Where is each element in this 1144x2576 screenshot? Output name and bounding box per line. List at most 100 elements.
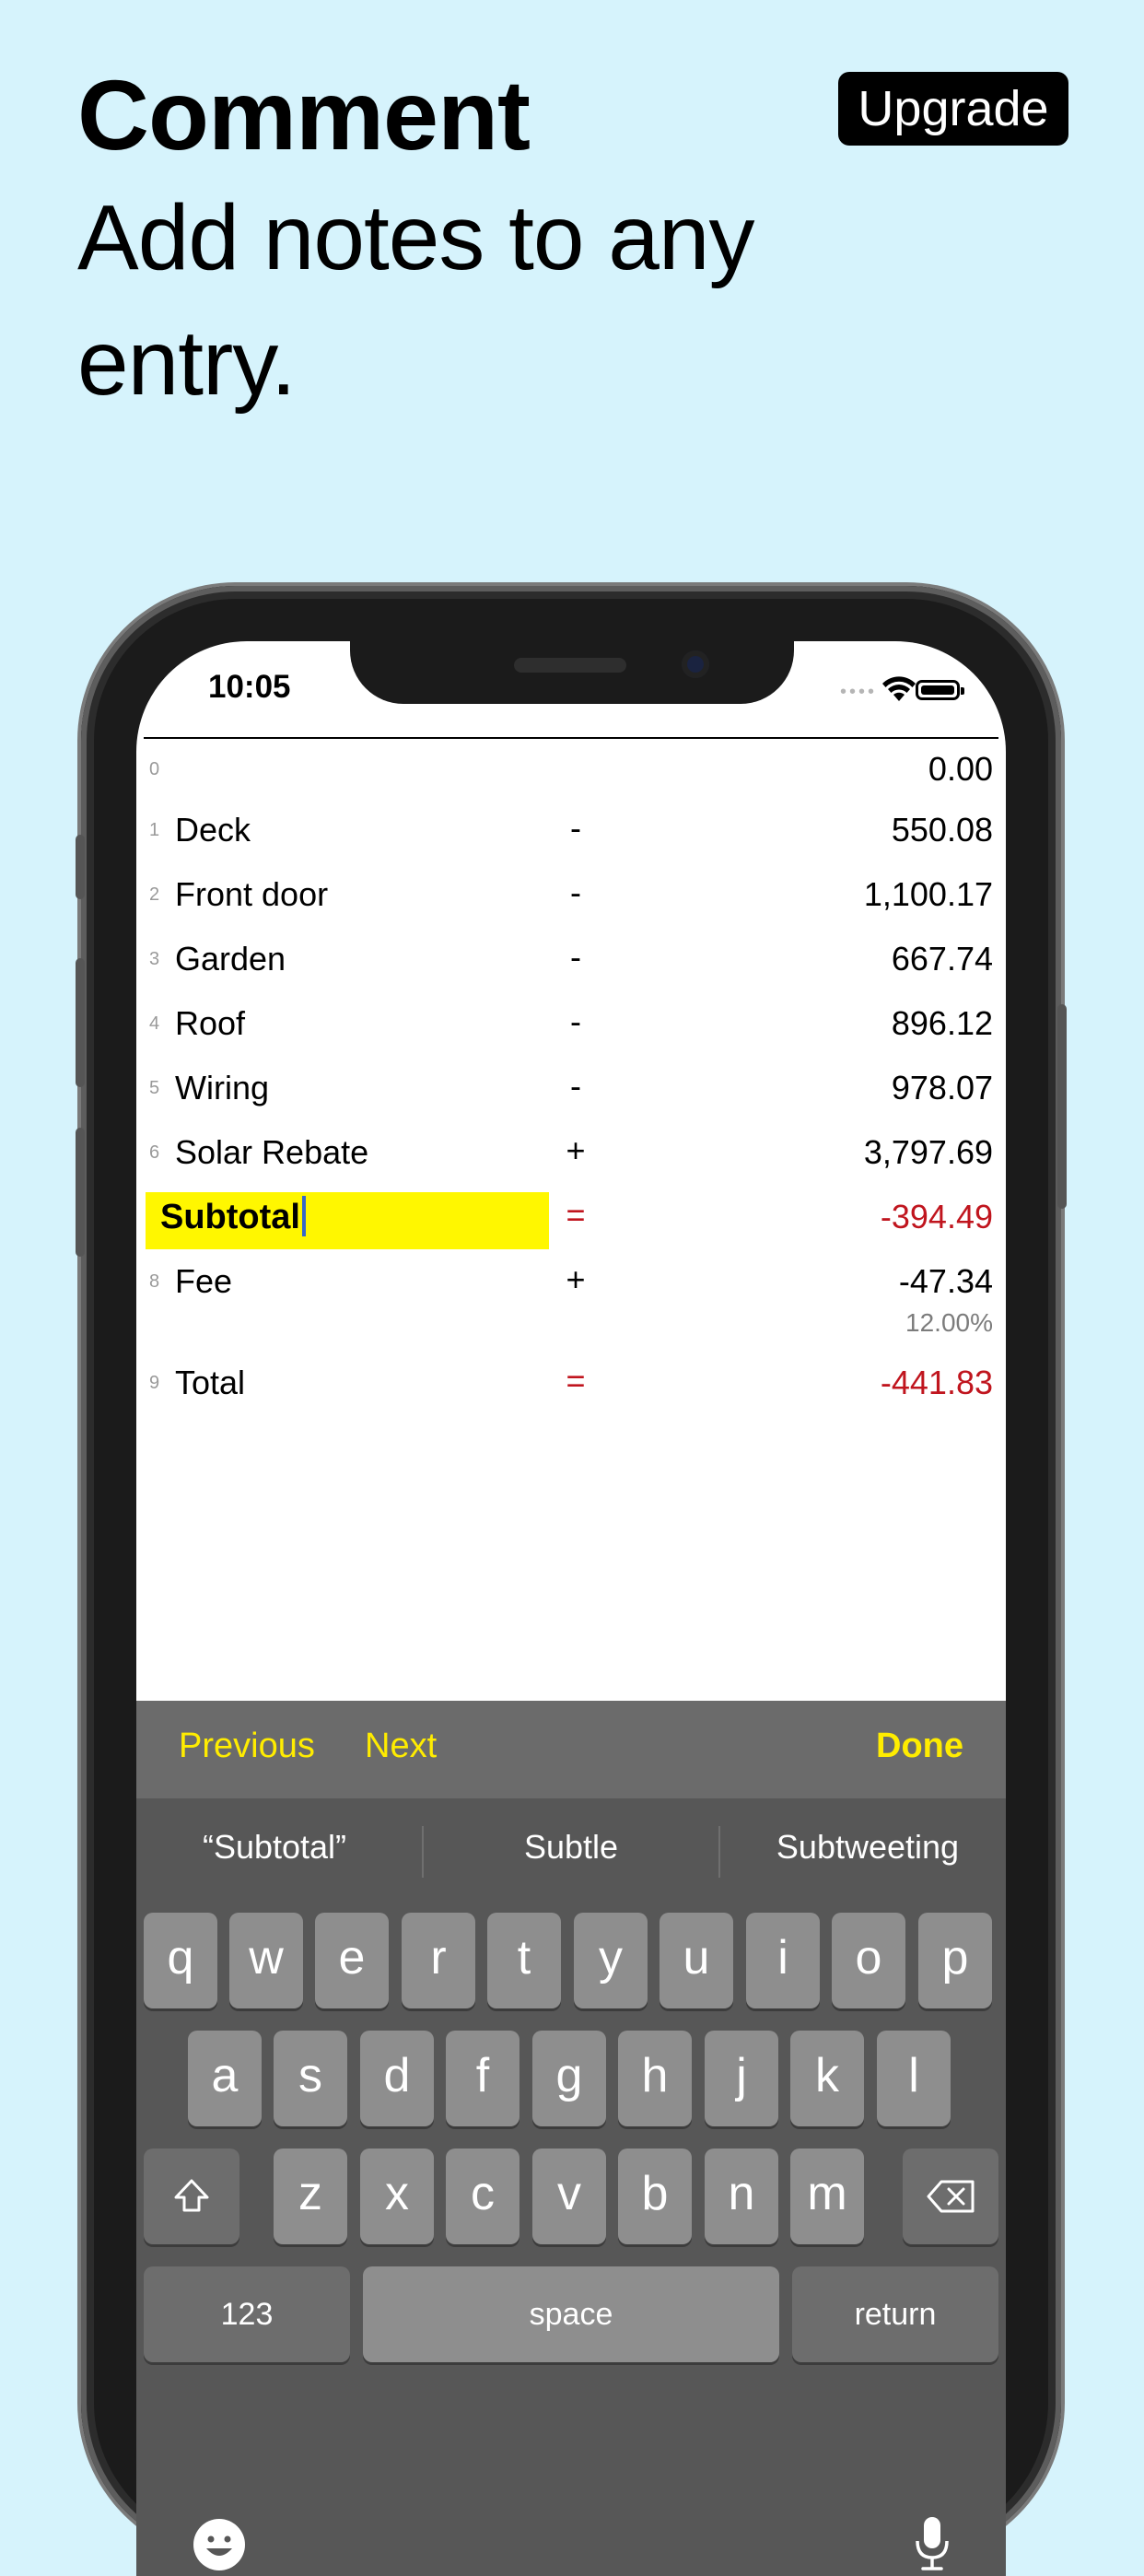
comment-input[interactable]: Subtotal [160, 1195, 306, 1239]
key-b[interactable]: b [618, 2149, 692, 2244]
power-button [1057, 1004, 1067, 1209]
row-label[interactable]: Garden [175, 940, 286, 978]
mute-switch [76, 835, 85, 899]
key-y[interactable]: y [574, 1913, 648, 2008]
row-number: 3 [149, 949, 160, 969]
key-q[interactable]: q [144, 1913, 217, 2008]
row-value[interactable]: 1,100.17 [864, 875, 993, 914]
row-number: 8 [149, 1271, 160, 1292]
entry-row-4[interactable]: 4 Roof - 896.12 [136, 997, 1006, 1061]
key-c[interactable]: c [446, 2149, 519, 2244]
volume-up-button [76, 958, 85, 1087]
key-w[interactable]: w [229, 1913, 303, 2008]
key-n[interactable]: n [705, 2149, 778, 2244]
key-e[interactable]: e [315, 1913, 389, 2008]
top-divider [144, 737, 998, 739]
key-p[interactable]: p [918, 1913, 992, 2008]
row-value[interactable]: -441.83 [881, 1364, 993, 1402]
row-operator[interactable]: - [562, 938, 590, 977]
next-button[interactable]: Next [365, 1727, 437, 1766]
key-k[interactable]: k [790, 2031, 864, 2126]
row-label[interactable]: Fee [175, 1262, 232, 1301]
row-operator[interactable]: = [562, 1196, 590, 1235]
key-f[interactable]: f [446, 2031, 519, 2126]
row-value[interactable]: -394.49 [881, 1198, 993, 1236]
return-key[interactable]: return [792, 2266, 998, 2362]
entry-row-2[interactable]: 2 Front door - 1,100.17 [136, 868, 1006, 932]
key-d[interactable]: d [360, 2031, 434, 2126]
status-time: 10:05 [208, 669, 291, 705]
row-operator[interactable]: - [562, 1067, 590, 1106]
shift-key[interactable] [144, 2149, 239, 2244]
row-number: 5 [149, 1078, 160, 1098]
row-number: 0 [149, 759, 160, 779]
key-z[interactable]: z [274, 2149, 347, 2244]
row-label[interactable]: Total [175, 1364, 245, 1402]
front-camera [682, 650, 709, 678]
suggestion-3[interactable]: Subtweeting [730, 1828, 1006, 1867]
upgrade-button[interactable]: Upgrade [838, 72, 1068, 146]
text-cursor [301, 1195, 306, 1236]
row-value[interactable]: 978.07 [892, 1069, 993, 1107]
entry-row-5[interactable]: 5 Wiring - 978.07 [136, 1061, 1006, 1126]
row-label[interactable]: Roof [175, 1004, 245, 1043]
row-value[interactable]: 667.74 [892, 940, 993, 978]
numbers-key[interactable]: 123 [144, 2266, 350, 2362]
row-operator[interactable]: + [562, 1260, 590, 1299]
comment-edit-field[interactable]: Subtotal [146, 1192, 549, 1249]
suggestion-divider [422, 1826, 424, 1878]
row-label[interactable]: Front door [175, 875, 328, 914]
key-u[interactable]: u [660, 1913, 733, 2008]
key-o[interactable]: o [832, 1913, 905, 2008]
key-l[interactable]: l [877, 2031, 951, 2126]
key-t[interactable]: t [487, 1913, 561, 2008]
suggestion-2[interactable]: Subtle [433, 1828, 709, 1867]
row-label[interactable]: Deck [175, 811, 251, 849]
entry-row-8[interactable]: 8 Fee + -47.34 12.00% [136, 1255, 1006, 1354]
suggestion-divider [718, 1826, 720, 1878]
phone-screen: 10:05 •••• 0 0.00 1 Deck - 550.08 2 Fron… [136, 641, 1006, 2576]
row-value[interactable]: -47.34 [899, 1262, 993, 1301]
key-a[interactable]: a [188, 2031, 262, 2126]
entry-row-7[interactable]: Subtotal = -394.49 [136, 1190, 1006, 1255]
space-key[interactable]: space [363, 2266, 779, 2362]
signal-icon: •••• [839, 682, 877, 702]
row-operator[interactable]: - [562, 809, 590, 848]
shift-icon [174, 2179, 209, 2212]
row-number: 9 [149, 1373, 160, 1393]
row-value[interactable]: 896.12 [892, 1004, 993, 1043]
microphone-icon[interactable] [912, 2515, 952, 2574]
entry-row-6[interactable]: 6 Solar Rebate + 3,797.69 [136, 1126, 1006, 1190]
row-operator[interactable]: + [562, 1131, 590, 1170]
row-label[interactable]: Solar Rebate [175, 1133, 368, 1172]
entry-row-3[interactable]: 3 Garden - 667.74 [136, 932, 1006, 997]
row-number: 6 [149, 1142, 160, 1163]
entry-row-1[interactable]: 1 Deck - 550.08 [136, 803, 1006, 868]
key-x[interactable]: x [360, 2149, 434, 2244]
key-j[interactable]: j [705, 2031, 778, 2126]
done-button[interactable]: Done [876, 1727, 963, 1766]
key-s[interactable]: s [274, 2031, 347, 2126]
row-value[interactable]: 3,797.69 [864, 1133, 993, 1172]
key-g[interactable]: g [532, 2031, 606, 2126]
headline: Comment Add notes to any entry. [77, 55, 906, 426]
key-m[interactable]: m [790, 2149, 864, 2244]
key-h[interactable]: h [618, 2031, 692, 2126]
previous-button[interactable]: Previous [179, 1727, 315, 1766]
key-i[interactable]: i [746, 1913, 820, 2008]
headline-subtitle: Add notes to any entry. [77, 186, 755, 415]
row-label[interactable]: Wiring [175, 1069, 269, 1107]
key-v[interactable]: v [532, 2149, 606, 2244]
entry-row-0[interactable]: 0 0.00 [136, 743, 1006, 807]
key-r[interactable]: r [402, 1913, 475, 2008]
delete-key[interactable] [903, 2149, 998, 2244]
row-operator[interactable]: = [562, 1362, 590, 1400]
row-value[interactable]: 550.08 [892, 811, 993, 849]
suggestion-1[interactable]: “Subtotal” [136, 1828, 413, 1867]
row-percentage: 12.00% [905, 1308, 993, 1337]
emoji-icon[interactable] [192, 2517, 247, 2572]
keyboard-accessory-bar: Previous Next Done [136, 1701, 1006, 1798]
entry-row-9[interactable]: 9 Total = -441.83 [136, 1356, 1006, 1421]
row-operator[interactable]: - [562, 1002, 590, 1041]
row-operator[interactable]: - [562, 873, 590, 912]
